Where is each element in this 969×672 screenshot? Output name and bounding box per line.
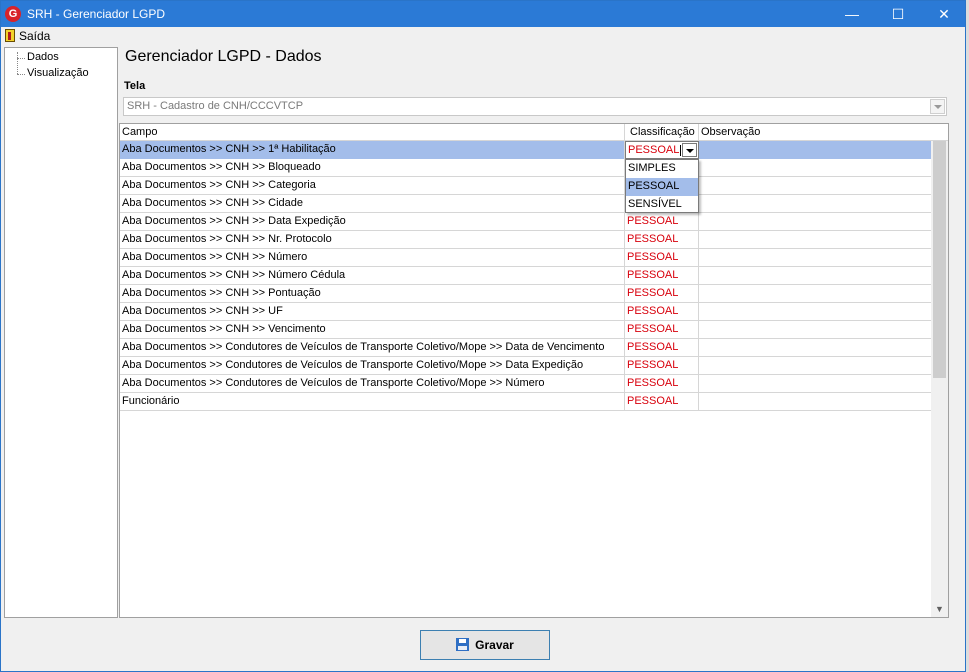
- cell-observacao[interactable]: [699, 267, 948, 285]
- tree-connector: [17, 74, 25, 75]
- exit-door-icon: [5, 29, 15, 42]
- tree-connector: [17, 58, 25, 59]
- table-row[interactable]: Aba Documentos >> Condutores de Veículos…: [120, 375, 948, 393]
- app-logo-icon: G: [5, 6, 21, 22]
- cell-observacao[interactable]: [699, 393, 948, 411]
- cell-classificacao[interactable]: PESSOAL: [625, 375, 699, 393]
- tela-label: Tela: [124, 80, 146, 92]
- window-title: SRH - Gerenciador LGPD: [27, 7, 166, 21]
- table-row[interactable]: Aba Documentos >> CNH >> Vencimento PESS…: [120, 321, 948, 339]
- classificacao-dropdown-list: SIMPLES PESSOAL SENSÍVEL: [625, 159, 699, 213]
- cell-observacao[interactable]: [699, 321, 948, 339]
- table-row[interactable]: Aba Documentos >> Condutores de Veículos…: [120, 339, 948, 357]
- cell-observacao[interactable]: [699, 195, 948, 213]
- save-button-label: Gravar: [475, 638, 514, 652]
- cell-observacao[interactable]: [699, 177, 948, 195]
- scroll-down-icon[interactable]: ▼: [931, 601, 948, 617]
- text-cursor: [680, 145, 681, 156]
- cell-campo[interactable]: Aba Documentos >> CNH >> 1ª Habilitação: [120, 141, 625, 159]
- table-row[interactable]: Aba Documentos >> CNH >> Número Cédula P…: [120, 267, 948, 285]
- table-row[interactable]: Funcionário PESSOAL: [120, 393, 948, 411]
- cell-campo[interactable]: Funcionário: [120, 393, 625, 411]
- column-header-classificacao[interactable]: Classificação: [625, 124, 699, 141]
- table-row[interactable]: Aba Documentos >> CNH >> 1ª Habilitação …: [120, 141, 948, 159]
- cell-classificacao[interactable]: PESSOAL: [625, 285, 699, 303]
- cell-observacao[interactable]: [699, 285, 948, 303]
- cell-observacao[interactable]: [699, 375, 948, 393]
- menu-bar: Saída: [1, 27, 965, 46]
- cell-observacao[interactable]: [699, 339, 948, 357]
- cell-campo[interactable]: Aba Documentos >> CNH >> Bloqueado: [120, 159, 625, 177]
- cell-campo[interactable]: Aba Documentos >> CNH >> Número Cédula: [120, 267, 625, 285]
- dropdown-option-simples[interactable]: SIMPLES: [626, 160, 698, 178]
- cell-campo[interactable]: Aba Documentos >> CNH >> UF: [120, 303, 625, 321]
- main-window: G SRH - Gerenciador LGPD — ☐ ✕ Saída Dad…: [0, 0, 966, 672]
- table-row[interactable]: Aba Documentos >> CNH >> Cidade: [120, 195, 948, 213]
- cell-observacao[interactable]: [699, 159, 948, 177]
- cell-campo[interactable]: Aba Documentos >> CNH >> Vencimento: [120, 321, 625, 339]
- chevron-down-icon[interactable]: [930, 99, 945, 114]
- scrollbar-thumb[interactable]: [933, 141, 946, 378]
- content-panel: Gerenciador LGPD - Dados Tela SRH - Cada…: [119, 47, 967, 618]
- cell-campo[interactable]: Aba Documentos >> Condutores de Veículos…: [120, 339, 625, 357]
- table-row[interactable]: Aba Documentos >> CNH >> Data Expedição …: [120, 213, 948, 231]
- cell-classificacao[interactable]: PESSOAL: [625, 249, 699, 267]
- tree-item-visualizacao[interactable]: Visualização: [27, 66, 89, 81]
- fields-grid: Campo Classificação Observação Aba Docum…: [119, 123, 949, 618]
- title-bar: G SRH - Gerenciador LGPD — ☐ ✕: [1, 1, 965, 27]
- menu-exit-label: Saída: [19, 29, 51, 43]
- floppy-disk-icon: [456, 638, 470, 651]
- column-header-observacao[interactable]: Observação: [699, 124, 948, 141]
- cell-classificacao[interactable]: PESSOAL: [625, 213, 699, 231]
- classificacao-select[interactable]: PESSOAL: [625, 141, 699, 159]
- tree-connector: [17, 52, 18, 74]
- cell-classificacao[interactable]: PESSOAL: [625, 303, 699, 321]
- chevron-down-icon[interactable]: [682, 143, 697, 157]
- cell-campo[interactable]: Aba Documentos >> CNH >> Data Expedição: [120, 213, 625, 231]
- table-row[interactable]: Aba Documentos >> CNH >> Número PESSOAL: [120, 249, 948, 267]
- cell-campo[interactable]: Aba Documentos >> CNH >> Categoria: [120, 177, 625, 195]
- grid-header: Campo Classificação Observação: [120, 124, 948, 141]
- cell-classificacao[interactable]: PESSOAL: [625, 393, 699, 411]
- minimize-button[interactable]: —: [829, 1, 875, 27]
- classificacao-select-value: PESSOAL: [628, 144, 680, 156]
- maximize-button[interactable]: ☐: [875, 1, 921, 27]
- table-row[interactable]: Aba Documentos >> CNH >> Pontuação PESSO…: [120, 285, 948, 303]
- cell-observacao[interactable]: [699, 357, 948, 375]
- table-row[interactable]: Aba Documentos >> CNH >> UF PESSOAL: [120, 303, 948, 321]
- cell-campo[interactable]: Aba Documentos >> CNH >> Pontuação: [120, 285, 625, 303]
- cell-classificacao[interactable]: PESSOAL: [625, 339, 699, 357]
- cell-campo[interactable]: Aba Documentos >> CNH >> Cidade: [120, 195, 625, 213]
- column-header-campo[interactable]: Campo: [120, 124, 625, 141]
- table-row[interactable]: Aba Documentos >> Condutores de Veículos…: [120, 357, 948, 375]
- dropdown-option-pessoal[interactable]: PESSOAL: [626, 178, 698, 196]
- cell-observacao[interactable]: [699, 303, 948, 321]
- navigation-tree: Dados Visualização: [4, 47, 118, 618]
- cell-classificacao[interactable]: PESSOAL: [625, 321, 699, 339]
- cell-classificacao[interactable]: PESSOAL: [625, 357, 699, 375]
- save-button[interactable]: Gravar: [420, 630, 550, 660]
- vertical-scrollbar[interactable]: ▼: [931, 141, 948, 617]
- table-row[interactable]: Aba Documentos >> CNH >> Categoria: [120, 177, 948, 195]
- table-row[interactable]: Aba Documentos >> CNH >> Nr. Protocolo P…: [120, 231, 948, 249]
- cell-classificacao[interactable]: PESSOAL: [625, 231, 699, 249]
- tree-item-dados[interactable]: Dados: [27, 50, 59, 65]
- dropdown-option-sensivel[interactable]: SENSÍVEL: [626, 196, 698, 214]
- cell-classificacao[interactable]: PESSOAL: [625, 267, 699, 285]
- cell-observacao[interactable]: [699, 213, 948, 231]
- cell-campo[interactable]: Aba Documentos >> CNH >> Nr. Protocolo: [120, 231, 625, 249]
- cell-campo[interactable]: Aba Documentos >> Condutores de Veículos…: [120, 357, 625, 375]
- tela-select[interactable]: SRH - Cadastro de CNH/CCCVTCP: [123, 97, 947, 116]
- cell-observacao[interactable]: [699, 141, 948, 159]
- cell-campo[interactable]: Aba Documentos >> CNH >> Número: [120, 249, 625, 267]
- close-button[interactable]: ✕: [921, 1, 967, 27]
- menu-exit[interactable]: Saída: [5, 29, 50, 44]
- page-title: Gerenciador LGPD - Dados: [125, 48, 322, 65]
- cell-campo[interactable]: Aba Documentos >> Condutores de Veículos…: [120, 375, 625, 393]
- cell-observacao[interactable]: [699, 249, 948, 267]
- cell-observacao[interactable]: [699, 231, 948, 249]
- tela-select-value: SRH - Cadastro de CNH/CCCVTCP: [127, 100, 304, 112]
- table-row[interactable]: Aba Documentos >> CNH >> Bloqueado: [120, 159, 948, 177]
